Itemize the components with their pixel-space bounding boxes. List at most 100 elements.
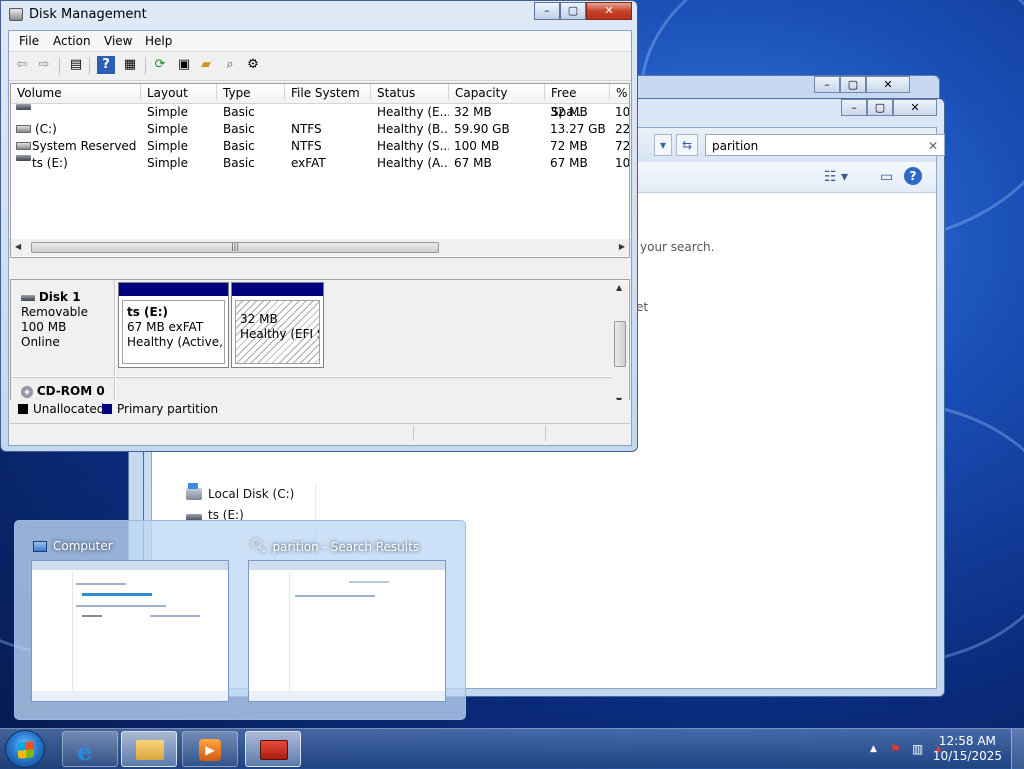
vertical-scrollbar[interactable]: ▲ ▼ [612, 281, 628, 407]
cdrom-icon [21, 385, 33, 398]
taskbar-thumbnail-previews: Computer 🔍︎ parition - Search Results [14, 520, 466, 720]
cell-capacity: 32 MB [454, 105, 492, 119]
thumb-line [295, 595, 375, 597]
close-button[interactable]: ✕ [893, 99, 937, 116]
internet-explorer-icon: e [77, 737, 93, 766]
disk-management-window[interactable]: Disk Management – ▢ ✕ File Action View H… [0, 0, 638, 452]
scrollbar-thumb[interactable]: ||| [31, 242, 439, 253]
status-divider [545, 426, 546, 441]
forward-arrow-icon[interactable]: ⇨ [35, 56, 53, 74]
taskbar-internet-explorer[interactable]: e [62, 731, 118, 767]
windows-explorer-icon [136, 740, 164, 760]
taskbar-computer-management[interactable] [245, 731, 301, 767]
legend-primary-partition: Primary partition [117, 402, 219, 416]
partition-efi[interactable]: 32 MB Healthy (EFI Sy [231, 282, 324, 368]
column-percent-free[interactable]: % F [610, 84, 629, 100]
column-volume[interactable]: Volume [11, 84, 141, 100]
taskbar-media-player[interactable]: ▶ [182, 731, 238, 767]
view-options-icon[interactable]: ☷ ▾ [824, 169, 848, 185]
column-layout[interactable]: Layout [141, 84, 217, 100]
table-row[interactable]: Simple Basic Healthy (E... 32 MB 32 MB 1… [11, 104, 629, 121]
open-folder-icon[interactable]: ▰ [197, 56, 215, 74]
disk-name: Disk 1 [38, 290, 81, 304]
clock-date: 10/15/2025 [932, 749, 1002, 763]
horizontal-scrollbar[interactable]: ◀ ||| ▶ [11, 239, 629, 256]
thumb-sidebar [32, 573, 73, 691]
maximize-button[interactable]: ▢ [560, 2, 586, 20]
cell-layout: Simple [147, 139, 188, 153]
column-free-space[interactable]: Free Spa... [545, 84, 610, 119]
window-title: Disk Management [29, 7, 147, 22]
minimize-button[interactable]: – [841, 99, 867, 116]
thumb-toolbar [32, 561, 228, 570]
partition-ts-e[interactable]: ts (E:) 67 MB exFAT Healthy (Active, Pr [118, 282, 229, 368]
settings-icon[interactable]: ⚙ [244, 56, 262, 74]
network-icon[interactable]: ▥ [912, 742, 923, 756]
start-button[interactable] [5, 730, 45, 768]
thumbnail-title-search[interactable]: 🔍︎ parition - Search Results [250, 539, 419, 554]
close-button[interactable]: ✕ [866, 76, 910, 93]
refresh-icon[interactable]: ⇆ [676, 134, 698, 156]
search-icon: 🔍︎ [250, 539, 267, 554]
partition-status: Healthy (Active, Pr [127, 335, 224, 349]
show-hide-console-tree-icon[interactable]: ▤ [67, 56, 85, 74]
column-capacity[interactable]: Capacity [449, 84, 545, 100]
taskbar-windows-explorer[interactable] [121, 731, 177, 767]
windows-logo-icon [18, 741, 34, 759]
disk-state: Online [21, 335, 60, 349]
column-status[interactable]: Status [371, 84, 449, 100]
properties-icon[interactable]: ▣ [175, 56, 193, 74]
show-desktop-button[interactable] [1011, 729, 1024, 769]
preview-pane-icon[interactable]: ▭ [880, 169, 893, 185]
primary-partition-bar [232, 283, 323, 296]
refresh-icon[interactable]: ⟳ [151, 56, 169, 74]
disk-graphical-pane: Disk 1 Removable 100 MB Online ts (E:) 6… [10, 261, 630, 416]
nav-item-local-disk[interactable]: Local Disk (C:) [186, 483, 294, 501]
show-hidden-icons[interactable]: ▲ [870, 744, 877, 754]
volume-list-header: Volume Layout Type File System Status Ca… [11, 84, 629, 119]
menu-file[interactable]: File [19, 34, 39, 48]
scrollbar-thumb[interactable] [614, 321, 626, 367]
help-icon[interactable]: ? [97, 56, 115, 74]
properties-pane-icon[interactable]: ▦ [121, 56, 139, 74]
menu-help[interactable]: Help [145, 34, 172, 48]
scroll-left-icon[interactable]: ◀ [15, 242, 21, 251]
table-row[interactable]: ts (E:) Simple Basic exFAT Healthy (A...… [11, 155, 629, 172]
partition-content: ts (E:) 67 MB exFAT Healthy (Active, Pr [122, 300, 225, 364]
thumbnail-search-results[interactable] [248, 560, 446, 702]
menu-view[interactable]: View [104, 34, 132, 48]
thumbnail-computer[interactable] [31, 560, 229, 702]
scroll-right-icon[interactable]: ▶ [619, 242, 625, 251]
cell-percent-free: 72 [615, 139, 630, 153]
thumb-line [349, 581, 389, 583]
cell-free-space: 67 MB [550, 156, 588, 170]
close-button[interactable]: ✕ [586, 2, 632, 20]
search-disk-icon[interactable]: ⌕ [221, 56, 239, 74]
toolbox-icon [260, 740, 288, 760]
cell-type: Basic [223, 105, 255, 119]
table-row[interactable]: (C:) Simple Basic NTFS Healthy (B... 59.… [11, 121, 629, 138]
column-file-system[interactable]: File System [285, 84, 371, 100]
disk-1-label[interactable]: Disk 1 Removable 100 MB Online [11, 280, 115, 376]
clear-search-icon[interactable]: ✕ [928, 135, 938, 157]
maximize-button[interactable]: ▢ [840, 76, 866, 93]
thumbnail-label: parition - Search Results [272, 539, 420, 554]
action-center-icon[interactable]: ⚑ [890, 742, 901, 756]
search-input[interactable]: parition ✕ [705, 134, 945, 156]
column-type[interactable]: Type [217, 84, 285, 100]
minimize-button[interactable]: – [534, 2, 560, 20]
minimize-button[interactable]: – [814, 76, 840, 93]
thumb-line [76, 583, 126, 585]
help-icon[interactable]: ? [904, 167, 922, 185]
scroll-up-icon[interactable]: ▲ [616, 283, 622, 292]
maximize-button[interactable]: ▢ [867, 99, 893, 116]
thumbnail-title-computer[interactable]: Computer [33, 539, 113, 553]
cell-volume: ts (E:) [32, 156, 68, 170]
history-dropdown-icon[interactable]: ▾ [654, 134, 672, 156]
clock[interactable]: 12:58 AM 10/15/2025 [933, 734, 1002, 764]
back-arrow-icon[interactable]: ⇦ [13, 56, 31, 74]
menu-action[interactable]: Action [53, 34, 91, 48]
disk-1-name-row: Disk 1 [21, 290, 114, 305]
partition-status: Healthy (EFI Sy [240, 327, 319, 341]
table-row[interactable]: System Reserved Simple Basic NTFS Health… [11, 138, 629, 155]
